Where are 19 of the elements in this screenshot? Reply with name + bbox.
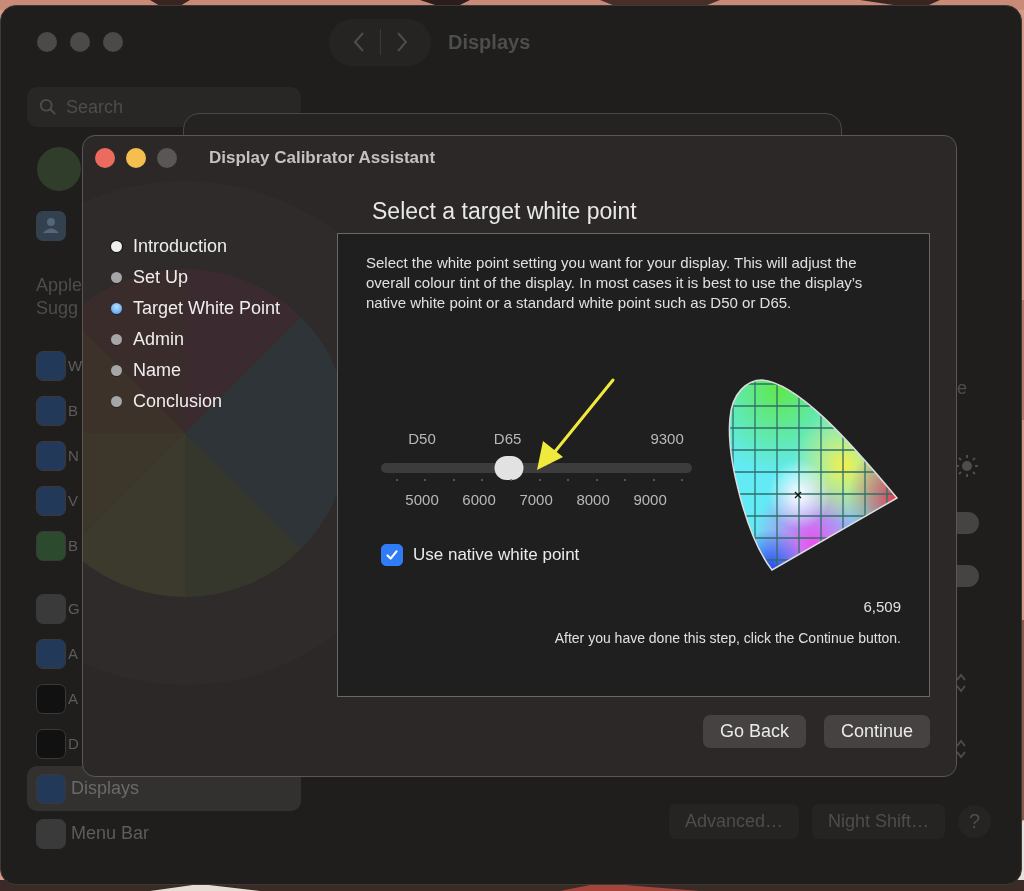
step-label: Name [133, 360, 181, 381]
step-label: Conclusion [133, 391, 223, 412]
description-text: Select the white point setting you want for your display. This will adjust the overall colour tint of the display. In most cases it is best to use the display’s native white point or a standard white point such as D50 or D65. [366, 253, 864, 313]
temperature-reading: 6,509 [863, 597, 901, 617]
step-label: Set Up [133, 267, 189, 288]
step-heading: Select a target white point [371, 197, 637, 225]
instruction-text: After you have done this step, click the Continue button. [554, 629, 901, 648]
window-title: Display Calibrator Assistant [209, 148, 436, 168]
slider-label: D65 [493, 429, 522, 449]
slider-label: D50 [408, 429, 436, 449]
step-label: Admin [133, 329, 185, 350]
step-label: Target White Point [133, 298, 281, 319]
scale-label: 6000 [462, 490, 496, 510]
scale-label: 5000 [405, 490, 439, 510]
slider-label: 9300 [650, 429, 684, 449]
scale-label: 9000 [633, 490, 667, 510]
scale-label: 7000 [519, 490, 553, 510]
scale-label: 8000 [576, 490, 610, 510]
step-label: Introduction [133, 236, 228, 257]
